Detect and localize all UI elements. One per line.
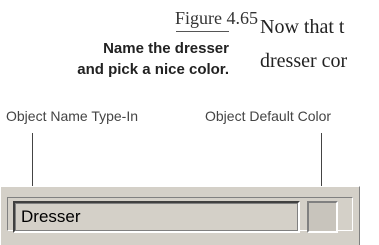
callout-object-name: Object Name Type-In (6, 108, 139, 124)
object-name-input[interactable]: Dresser (13, 201, 300, 233)
object-color-swatch[interactable] (307, 201, 338, 233)
body-text: Now that t dresser cor (260, 10, 347, 78)
figure-label-rule (176, 31, 229, 32)
object-name-panel: Dresser (0, 186, 360, 245)
figure-caption: Name the dresser and pick a nice color. (0, 38, 229, 80)
figure-caption-line-2: and pick a nice color. (77, 61, 229, 78)
body-text-line-1: Now that t (260, 16, 345, 38)
body-text-line-2: dresser cor (260, 50, 348, 72)
object-color-swatch-fill (309, 203, 336, 231)
callout-object-color: Object Default Color (205, 108, 332, 124)
figure-caption-line-1: Name the dresser (103, 40, 229, 57)
figure-label: Figure 4.65 (175, 8, 258, 28)
